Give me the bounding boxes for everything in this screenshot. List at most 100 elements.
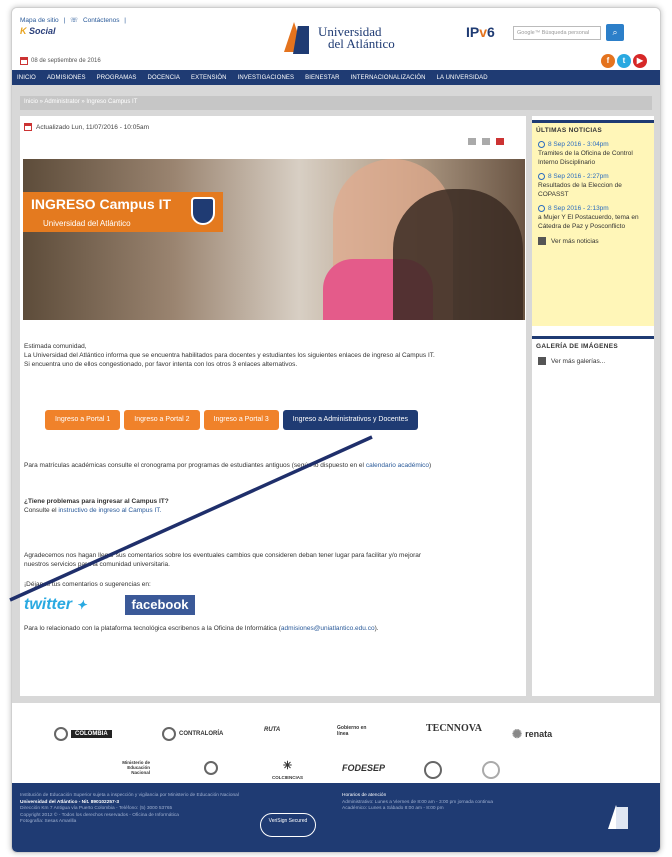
footer-hours: Horarios de atención Administrativo: Lun…	[342, 793, 582, 813]
instructivo-link[interactable]: instructivo de ingreso al Campus IT.	[58, 507, 161, 514]
site-header: Mapa de sitio | ☏ Contáctenos | K Social…	[12, 8, 660, 70]
news-item[interactable]: 8 Sep 2016 - 2:27pm Resultados de la Ele…	[532, 169, 654, 201]
twitter-bird-icon: ✦	[76, 598, 87, 612]
more-galleries-link[interactable]: Ver más galerías...	[532, 353, 654, 369]
news-item[interactable]: 8 Sep 2016 - 3:04pm Tramites de la Ofici…	[532, 137, 654, 169]
colciencias-logo[interactable]: ✳ COLCIENCIAS	[272, 759, 303, 780]
fodesep-logo[interactable]: FODESEP	[342, 763, 385, 773]
facebook-link[interactable]: facebook	[125, 595, 195, 615]
calendar-icon	[24, 123, 32, 131]
campus-banner: INGRESO Campus IT Universidad del Atlánt…	[23, 159, 525, 320]
news-date: 8 Sep 2016 - 3:04pm	[548, 141, 609, 148]
separator: |	[124, 17, 126, 24]
intro-line1: La Universidad del Atlántico informa que…	[24, 352, 435, 359]
portal-1-button[interactable]: Ingreso a Portal 1	[45, 410, 121, 430]
twitter-link[interactable]: twitter ✦	[24, 596, 87, 614]
shield-shape	[204, 761, 218, 775]
social-label: Social	[29, 26, 56, 36]
colombia-logo[interactable]: COLOMBIA	[54, 727, 112, 741]
intro-text: Estimada comunidad, La Universidad del A…	[24, 342, 519, 369]
renata-label: renata	[525, 729, 553, 739]
footer-info: Institución de Educación Superior sujeta…	[20, 793, 260, 826]
breadcrumb[interactable]: Inicio » Administrator » Ingreso Campus …	[20, 96, 652, 110]
seal-logo[interactable]	[424, 761, 442, 779]
browser-page: Mapa de sitio | ☏ Contáctenos | K Social…	[11, 7, 661, 853]
admin-docentes-button[interactable]: Ingreso a Administrativos y Docentes	[282, 410, 418, 430]
nav-la-universidad[interactable]: LA UNIVERSIDAD	[437, 75, 488, 81]
main-content: Actualizado Lun, 11/07/2016 - 10:05am IN…	[20, 116, 526, 696]
nav-investigaciones[interactable]: INVESTIGACIONES	[238, 75, 295, 81]
logo-mark-icon	[284, 22, 312, 54]
university-logo[interactable]: Universidad del Atlántico	[284, 22, 395, 54]
gallery-heading: GALERÍA DE IMÁGENES	[532, 336, 654, 353]
logo-line2: del Atlántico	[328, 36, 395, 51]
sidebar: ÚLTIMAS NOTICIAS 8 Sep 2016 - 3:04pm Tra…	[532, 116, 654, 696]
nav-inicio[interactable]: INICIO	[17, 75, 36, 81]
news-date: 8 Sep 2016 - 2:27pm	[548, 173, 609, 180]
thanks-text: Agradecemos nos hagan llegar sus comenta…	[24, 551, 519, 569]
portal-3-button[interactable]: Ingreso a Portal 3	[203, 410, 279, 430]
updated-date: Actualizado Lun, 11/07/2016 - 10:05am	[24, 123, 149, 131]
print-icon[interactable]	[468, 138, 476, 145]
colciencias-icon: ✳	[282, 760, 293, 772]
thanks-line1: Agradecemos nos hagan llegar sus comenta…	[24, 552, 422, 559]
comments-label: ¡Déjanos tus comentarios o sugerencias e…	[24, 581, 151, 588]
news-heading: ÚLTIMAS NOTICIAS	[532, 120, 654, 137]
search-button[interactable]: ⌕	[606, 24, 624, 41]
plus-icon	[538, 357, 546, 365]
seal-icon	[54, 727, 68, 741]
seal-logo[interactable]	[482, 761, 500, 779]
plus-icon	[538, 237, 546, 245]
contact-label: Para lo relacionado con la plataforma te…	[24, 625, 281, 632]
search-input[interactable]: Google™ Búsqueda personal	[513, 26, 601, 40]
ruta-logo[interactable]: RUTA	[264, 727, 280, 733]
hours-line2: Académico: Lunes a Sábado 8:00 am - 8:00…	[342, 806, 444, 811]
portal-2-button[interactable]: Ingreso a Portal 2	[124, 410, 200, 430]
nav-docencia[interactable]: DOCENCIA	[148, 75, 180, 81]
matriculas-end: )	[429, 462, 432, 469]
pdf-icon[interactable]	[496, 138, 504, 145]
seal-icon	[424, 761, 442, 779]
mineducacion-logo[interactable]: Ministerio de Educación Nacional	[110, 760, 150, 775]
contraloria-label: CONTRALORÍA	[179, 731, 224, 737]
gobierno-logo[interactable]: Gobierno en línea	[337, 725, 377, 737]
more-news-label: Ver más noticias	[551, 237, 599, 245]
ipv6-badge: IPv6	[466, 24, 495, 40]
calendar-link[interactable]: calendario académico	[366, 462, 429, 469]
footer-line1: Institución de Educación Superior sujeta…	[20, 793, 239, 798]
nav-programas[interactable]: PROGRAMAS	[97, 75, 137, 81]
email-icon[interactable]	[482, 138, 490, 145]
banner-title: INGRESO Campus IT	[31, 196, 172, 212]
top-links: Mapa de sitio | ☏ Contáctenos |	[20, 16, 129, 24]
news-title: a Mujer Y El Postacuerdo, tema en Cátedr…	[538, 214, 639, 230]
contact-link[interactable]: Contáctenos	[83, 17, 120, 24]
twitter-icon[interactable]: t	[617, 54, 631, 68]
shield-icon	[191, 197, 215, 225]
main-nav: INICIO ADMISIONES PROGRAMAS DOCENCIA EXT…	[12, 70, 660, 85]
footer-logo-icon	[608, 805, 630, 833]
facebook-icon[interactable]: f	[601, 54, 615, 68]
portal-buttons: Ingreso a Portal 1 Ingreso a Portal 2 In…	[45, 410, 418, 430]
news-item[interactable]: 8 Sep 2016 - 2:13pm a Mujer Y El Postacu…	[532, 201, 654, 233]
nav-extension[interactable]: EXTENSIÓN	[191, 75, 227, 81]
social-link[interactable]: K Social	[20, 26, 56, 36]
shield-icon	[204, 761, 218, 775]
calendar-icon	[20, 57, 28, 65]
gallery-block: GALERÍA DE IMÁGENES Ver más galerías...	[532, 336, 654, 369]
tecnnova-logo[interactable]: TECNNOVA	[426, 723, 482, 734]
problems-text: Consulte el	[24, 507, 57, 514]
contraloria-logo[interactable]: CONTRALORÍA	[162, 727, 223, 741]
sitemap-link[interactable]: Mapa de sitio	[20, 17, 59, 24]
more-galleries-label: Ver más galerías...	[551, 357, 606, 365]
youtube-icon[interactable]: ▶	[633, 54, 647, 68]
nav-bienestar[interactable]: BIENESTAR	[305, 75, 339, 81]
contact-email-link[interactable]: admisiones@uniatlantico.edu.co	[281, 625, 375, 632]
seal-icon	[162, 727, 176, 741]
seal-icon	[482, 761, 500, 779]
verisign-badge[interactable]: VeriSign Secured	[260, 813, 316, 837]
nav-internacionalizacion[interactable]: INTERNACIONALIZACIÓN	[351, 75, 426, 81]
renata-logo[interactable]: ✺ renata	[512, 727, 552, 741]
more-news-link[interactable]: Ver más noticias	[532, 233, 654, 249]
nav-admisiones[interactable]: ADMISIONES	[47, 75, 86, 81]
footer-line5: Fotografía: Sesas Amarilla	[20, 819, 77, 824]
